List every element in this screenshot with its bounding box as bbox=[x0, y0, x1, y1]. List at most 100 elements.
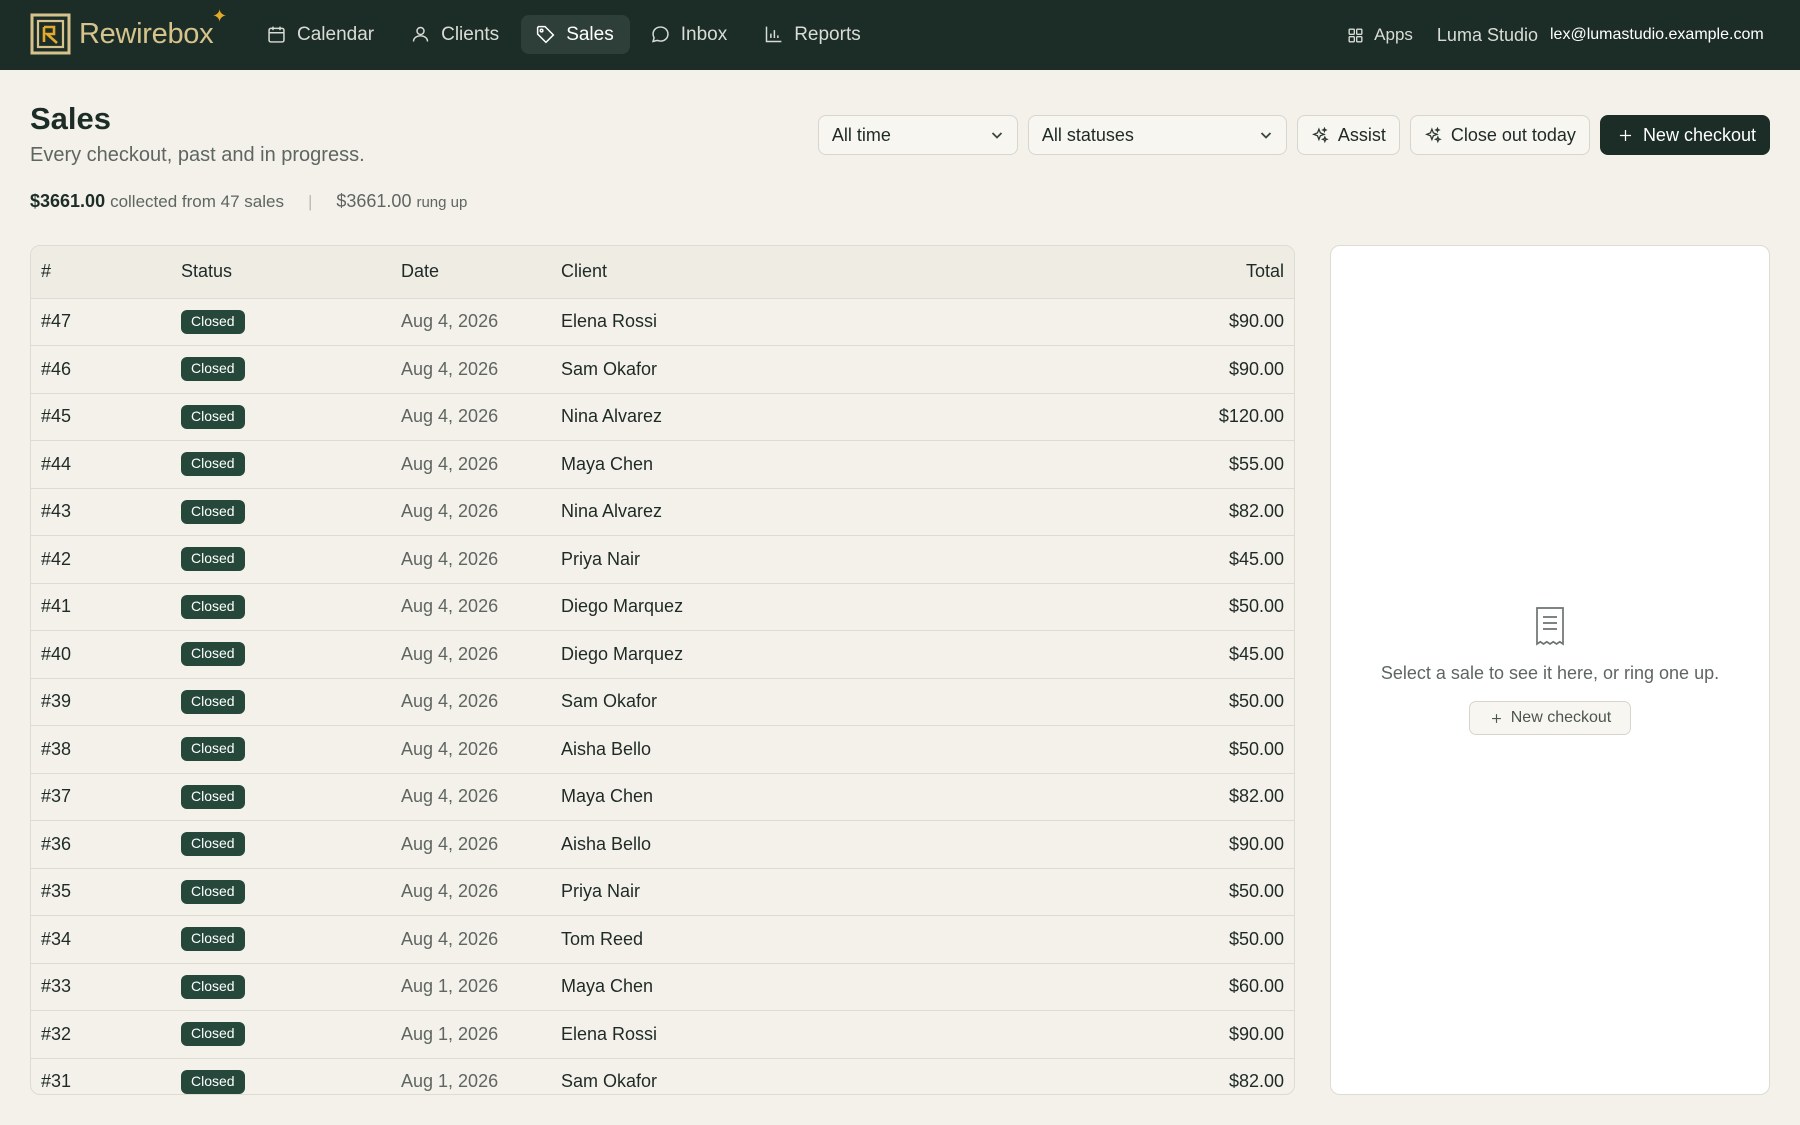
nav-item-inbox[interactable]: Inbox bbox=[636, 15, 743, 54]
sale-date: Aug 4, 2026 bbox=[391, 345, 551, 394]
table-row[interactable]: #38 Closed Aug 4, 2026 Aisha Bello $50.00 bbox=[31, 725, 1294, 774]
new-checkout-button[interactable]: New checkout bbox=[1599, 115, 1770, 155]
user-email[interactable]: lex@lumastudio.example.com bbox=[1550, 26, 1770, 44]
rung-up-text: rung up bbox=[416, 194, 468, 211]
nav-item-sales[interactable]: Sales bbox=[521, 15, 630, 54]
sale-date: Aug 4, 2026 bbox=[391, 440, 551, 489]
status-filter-select[interactable]: All statuses bbox=[1027, 115, 1287, 155]
table-row[interactable]: #32 Closed Aug 1, 2026 Elena Rossi $90.00 bbox=[31, 1010, 1294, 1059]
empty-state-message: Select a sale to see it here, or ring on… bbox=[1380, 663, 1720, 683]
sale-date: Aug 4, 2026 bbox=[391, 725, 551, 774]
panel-new-checkout-label: New checkout bbox=[1510, 709, 1612, 726]
sale-date: Aug 4, 2026 bbox=[391, 583, 551, 631]
sale-total: $45.00 bbox=[1015, 630, 1294, 679]
column-header-total[interactable]: Total bbox=[1015, 246, 1294, 299]
client-name: Nina Alvarez bbox=[551, 488, 1016, 536]
time-filter-value: All time bbox=[831, 124, 891, 145]
org-name[interactable]: Luma Studio bbox=[1437, 25, 1538, 46]
status-badge: Closed bbox=[181, 357, 245, 382]
status-badge: Closed bbox=[181, 547, 245, 572]
sale-total: $82.00 bbox=[1015, 773, 1294, 821]
plus-icon bbox=[1619, 129, 1631, 141]
column-header-date[interactable]: Date bbox=[391, 246, 551, 299]
table-row[interactable]: #41 Closed Aug 4, 2026 Diego Marquez $50.00 bbox=[31, 583, 1294, 631]
status-badge: Closed bbox=[181, 737, 245, 762]
apps-button[interactable]: Apps bbox=[1346, 25, 1413, 45]
sale-total: $55.00 bbox=[1015, 440, 1294, 489]
table-row[interactable]: #31 Closed Aug 1, 2026 Sam Okafor $82.00 bbox=[31, 1058, 1294, 1094]
nav-label: Reports bbox=[794, 23, 861, 45]
table-row[interactable]: #43 Closed Aug 4, 2026 Nina Alvarez $82.00 bbox=[31, 488, 1294, 536]
sale-total: $90.00 bbox=[1015, 820, 1294, 869]
status-badge: Closed bbox=[181, 879, 245, 904]
sale-number: #32 bbox=[31, 1010, 171, 1059]
app-logo[interactable]: Rewirebox bbox=[30, 12, 214, 56]
sale-total: $90.00 bbox=[1015, 345, 1294, 394]
client-name: Maya Chen bbox=[551, 963, 1016, 1011]
assist-button[interactable]: Assist bbox=[1296, 115, 1400, 155]
client-name: Diego Marquez bbox=[551, 583, 1016, 631]
sale-number: #31 bbox=[31, 1058, 171, 1094]
status-badge: Closed bbox=[181, 452, 245, 477]
nav-item-reports[interactable]: Reports bbox=[749, 15, 877, 54]
table-row[interactable]: #33 Closed Aug 1, 2026 Maya Chen $60.00 bbox=[31, 963, 1294, 1011]
receipt-icon bbox=[1536, 607, 1564, 646]
main-nav: Calendar Clients Sales Inbox Reports bbox=[252, 15, 877, 54]
sale-detail-panel: Select a sale to see it here, or ring on… bbox=[1330, 245, 1770, 1095]
sale-number: #47 bbox=[31, 298, 171, 346]
table-row[interactable]: #44 Closed Aug 4, 2026 Maya Chen $55.00 bbox=[31, 440, 1294, 489]
sale-number: #46 bbox=[31, 345, 171, 394]
chevron-down-icon bbox=[1260, 132, 1271, 139]
status-badge: Closed bbox=[181, 642, 245, 667]
sale-total: $50.00 bbox=[1015, 725, 1294, 774]
sale-date: Aug 1, 2026 bbox=[391, 1058, 551, 1094]
table-body: #47 Closed Aug 4, 2026 Elena Rossi $90.00 #46… bbox=[31, 298, 1294, 1094]
nav-item-calendar[interactable]: Calendar bbox=[252, 15, 390, 54]
tag-icon bbox=[537, 25, 555, 44]
chevron-down-icon bbox=[991, 132, 1002, 139]
table-row[interactable]: #34 Closed Aug 4, 2026 Tom Reed $50.00 bbox=[31, 915, 1294, 964]
sale-number: #35 bbox=[31, 868, 171, 916]
column-header-client[interactable]: Client bbox=[551, 246, 1016, 299]
column-header-status[interactable]: Status bbox=[171, 246, 391, 299]
top-navigation-bar: Rewirebox ✦ Calendar Clients Sales Inbox… bbox=[0, 0, 1800, 70]
table-row[interactable]: #39 Closed Aug 4, 2026 Sam Okafor $50.00 bbox=[31, 678, 1294, 726]
sale-total: $50.00 bbox=[1015, 868, 1294, 916]
sale-date: Aug 4, 2026 bbox=[391, 535, 551, 584]
status-badge: Closed bbox=[181, 784, 245, 809]
grid-icon bbox=[1348, 27, 1363, 43]
panel-new-checkout-button[interactable]: New checkout bbox=[1469, 701, 1631, 735]
sale-date: Aug 4, 2026 bbox=[391, 868, 551, 916]
close-out-today-button[interactable]: Close out today bbox=[1409, 115, 1590, 155]
table-row[interactable]: #42 Closed Aug 4, 2026 Priya Nair $45.00 bbox=[31, 535, 1294, 584]
sale-date: Aug 1, 2026 bbox=[391, 1010, 551, 1059]
table-row[interactable]: #35 Closed Aug 4, 2026 Priya Nair $50.00 bbox=[31, 868, 1294, 916]
nav-item-clients[interactable]: Clients bbox=[396, 15, 515, 54]
sale-date: Aug 4, 2026 bbox=[391, 488, 551, 536]
table-row[interactable]: #40 Closed Aug 4, 2026 Diego Marquez $45.00 bbox=[31, 630, 1294, 679]
sale-number: #45 bbox=[31, 393, 171, 441]
sale-date: Aug 4, 2026 bbox=[391, 915, 551, 964]
client-name: Elena Rossi bbox=[551, 1010, 1016, 1059]
sale-total: $90.00 bbox=[1015, 1010, 1294, 1059]
sale-total: $82.00 bbox=[1015, 1058, 1294, 1094]
status-badge: Closed bbox=[181, 1069, 245, 1094]
table-row[interactable]: #46 Closed Aug 4, 2026 Sam Okafor $90.00 bbox=[31, 345, 1294, 394]
table-row[interactable]: #36 Closed Aug 4, 2026 Aisha Bello $90.00 bbox=[31, 820, 1294, 869]
sale-total: $90.00 bbox=[1015, 298, 1294, 346]
sale-date: Aug 4, 2026 bbox=[391, 773, 551, 821]
page-title: Sales bbox=[30, 101, 112, 136]
nav-label: Sales bbox=[566, 23, 614, 45]
assist-label: Assist bbox=[1337, 124, 1386, 145]
nav-label: Calendar bbox=[297, 23, 375, 45]
sale-number: #34 bbox=[31, 915, 171, 964]
table-row[interactable]: #45 Closed Aug 4, 2026 Nina Alvarez $120.00 bbox=[31, 393, 1294, 441]
time-filter-select[interactable]: All time bbox=[817, 115, 1018, 155]
sale-number: #43 bbox=[31, 488, 171, 536]
column-header-number[interactable]: # bbox=[31, 246, 171, 299]
table-row[interactable]: #37 Closed Aug 4, 2026 Maya Chen $82.00 bbox=[31, 773, 1294, 821]
table-row[interactable]: #47 Closed Aug 4, 2026 Elena Rossi $90.00 bbox=[31, 298, 1294, 346]
sale-number: #41 bbox=[31, 583, 171, 631]
status-badge: Closed bbox=[181, 594, 245, 619]
sale-total: $82.00 bbox=[1015, 488, 1294, 536]
